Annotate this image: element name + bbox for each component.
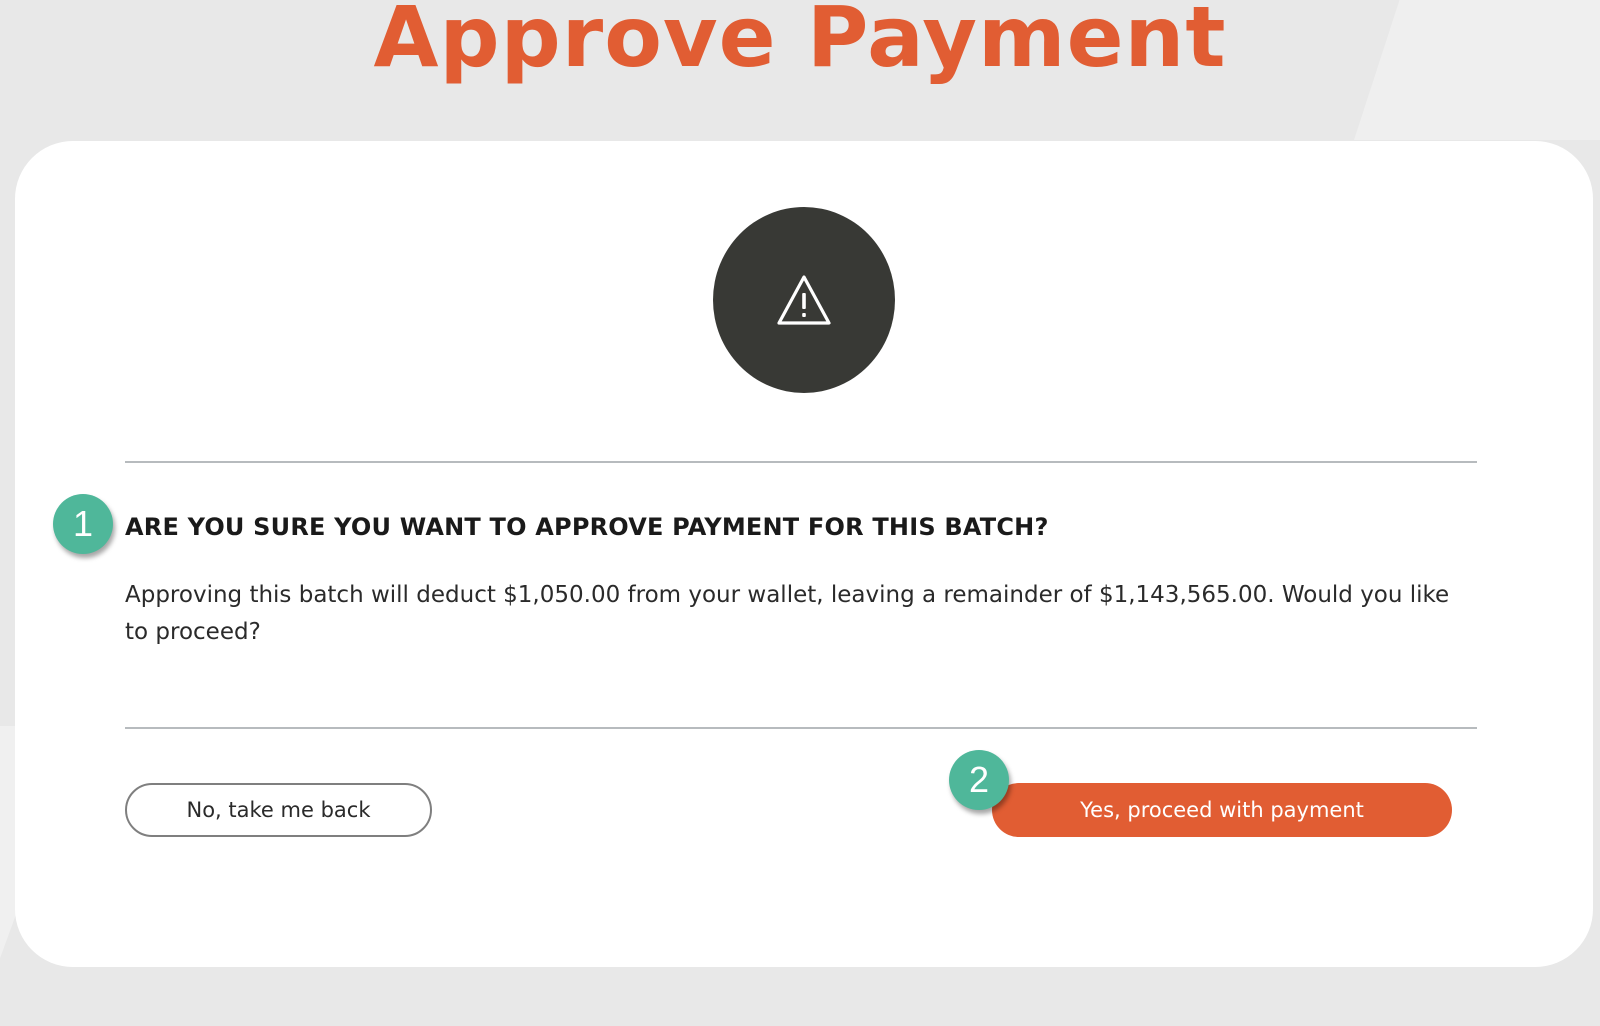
warning-triangle-icon — [777, 275, 831, 325]
confirmation-dialog: ARE YOU SURE YOU WANT TO APPROVE PAYMENT… — [15, 141, 1593, 967]
cancel-button[interactable]: No, take me back — [125, 783, 432, 837]
page-title: Approve Payment — [373, 0, 1227, 86]
step-badge-1: 1 — [53, 494, 113, 554]
step-badge-2: 2 — [949, 750, 1009, 810]
divider — [125, 727, 1477, 729]
proceed-payment-button[interactable]: Yes, proceed with payment — [992, 783, 1452, 837]
warning-icon-circle — [713, 207, 895, 393]
confirmation-question: ARE YOU SURE YOU WANT TO APPROVE PAYMENT… — [125, 513, 1049, 541]
divider — [125, 461, 1477, 463]
confirmation-message: Approving this batch will deduct $1,050.… — [125, 582, 1450, 645]
